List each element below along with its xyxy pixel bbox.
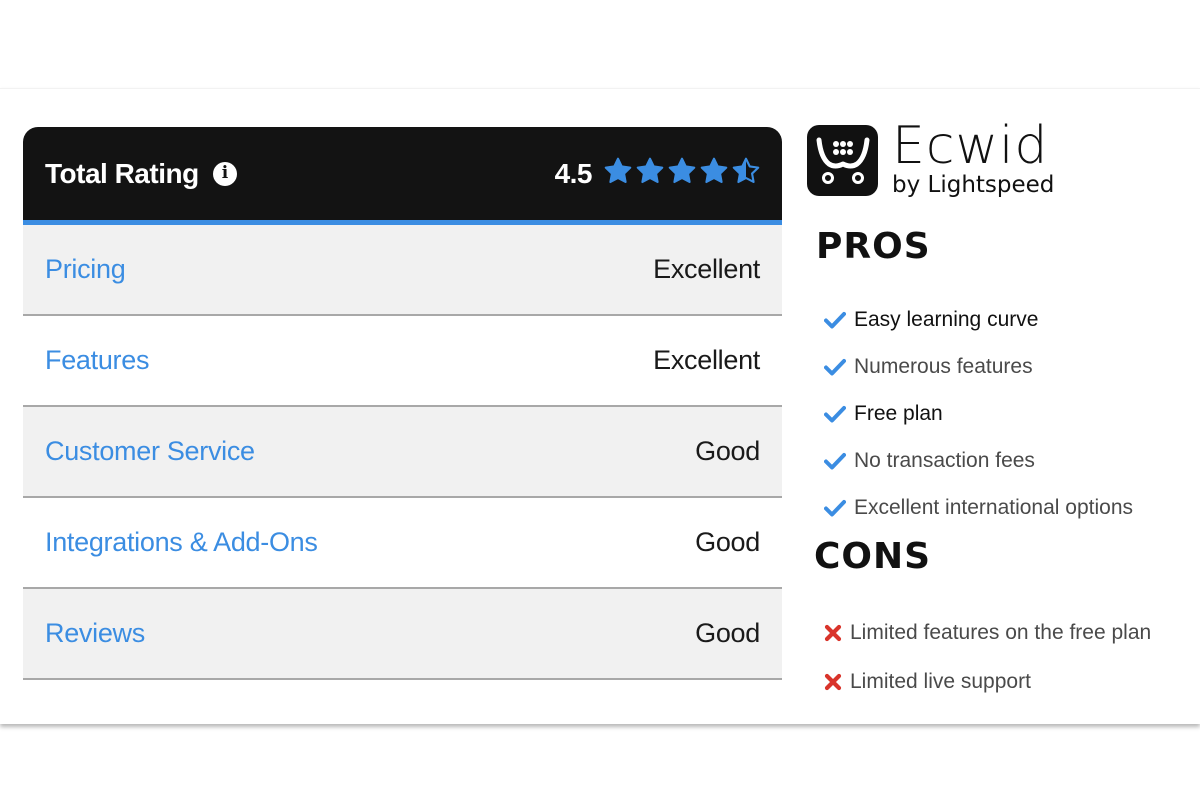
star-full-icon: [636, 157, 664, 184]
rating-row-value: Excellent: [653, 254, 760, 284]
rating-row: Reviews Good: [23, 589, 782, 680]
pros-item-text: No transaction fees: [854, 449, 1035, 473]
rating-row-label-link[interactable]: Features: [45, 345, 149, 376]
info-circle-icon[interactable]: i: [212, 161, 237, 186]
cons-list: Limited features on the free plan Limited…: [824, 609, 1151, 706]
pros-item-text: Numerous features: [854, 354, 1033, 378]
rating-row-value: Excellent: [653, 345, 760, 375]
star-full-icon: [700, 157, 728, 184]
x-icon: [824, 625, 842, 642]
brand-text: Ecwid by Lightspeed: [892, 116, 1055, 198]
rating-rows: Pricing Excellent Features Excellent Custome…: [23, 225, 782, 680]
shopping-cart-icon: [807, 124, 878, 196]
rating-title: Total Rating: [45, 157, 199, 189]
brand-name: Ecwid: [892, 116, 1049, 176]
star-half-icon: [732, 157, 760, 184]
rating-row-value: Good: [695, 527, 760, 557]
pros-item: No transaction fees: [824, 438, 1133, 485]
check-icon: [824, 358, 846, 376]
brand-subtitle: by Lightspeed: [892, 172, 1055, 198]
rating-row: Features Excellent: [23, 316, 782, 407]
star-full-icon: [668, 157, 696, 184]
pros-item-text: Easy learning curve: [854, 307, 1039, 331]
rating-row-value: Good: [695, 436, 760, 466]
rating-row-label-link[interactable]: Integrations & Add-Ons: [45, 527, 318, 558]
check-icon: [824, 500, 846, 517]
cons-title: CONS: [814, 536, 932, 577]
score-value: 4.5: [554, 157, 593, 189]
pros-item: Easy learning curve: [824, 296, 1133, 343]
brand: Ecwid by Lightspeed: [807, 116, 1055, 198]
check-icon: [824, 311, 846, 329]
pros-item: Free plan: [824, 390, 1133, 437]
pros-title: PROS: [816, 226, 931, 267]
rating-row-label-link[interactable]: Customer Service: [45, 436, 255, 467]
rating-card: Total Rating i 4.5 Pricing Excellent Featu…: [23, 127, 782, 680]
pros-item-text: Free plan: [854, 401, 943, 425]
rating-row: Integrations & Add-Ons Good: [23, 498, 782, 589]
star-full-icon: [604, 157, 632, 184]
cons-item: Limited live support: [824, 658, 1151, 707]
cons-item-text: Limited live support: [850, 669, 1031, 693]
rating-score: 4.5: [555, 157, 760, 190]
star-rating: [600, 157, 760, 190]
check-icon: [824, 405, 846, 423]
rating-row: Pricing Excellent: [23, 225, 782, 316]
pros-item: Excellent international options: [824, 485, 1133, 532]
pros-list: Easy learning curve Numerous features Free…: [824, 296, 1133, 532]
rating-header: Total Rating i 4.5: [23, 127, 782, 225]
rating-row-value: Good: [695, 618, 760, 648]
rating-row-label-link[interactable]: Reviews: [45, 618, 145, 649]
pros-item: Numerous features: [824, 343, 1133, 390]
cons-item: Limited features on the free plan: [824, 609, 1151, 658]
pros-item-text: Excellent international options: [854, 496, 1134, 520]
rating-title-group: Total Rating i: [45, 158, 237, 190]
check-icon: [824, 453, 846, 470]
rating-row: Customer Service Good: [23, 407, 782, 498]
rating-row-label-link[interactable]: Pricing: [45, 254, 126, 285]
x-icon: [824, 673, 842, 690]
cons-item-text: Limited features on the free plan: [850, 621, 1152, 645]
